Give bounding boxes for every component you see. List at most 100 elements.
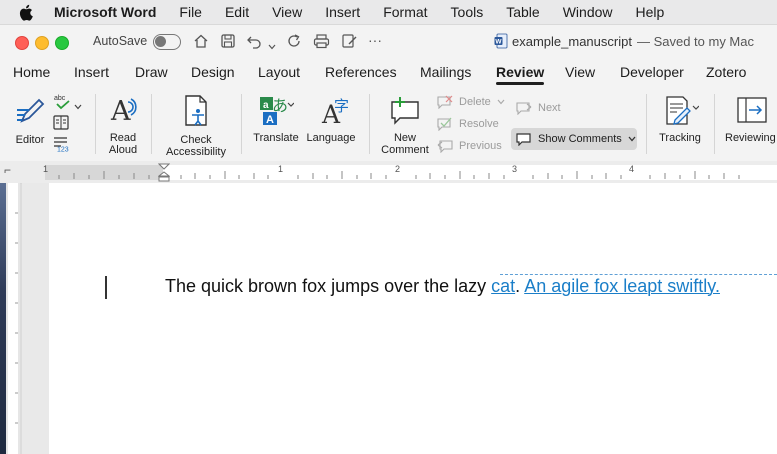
redo-icon[interactable] [286, 33, 302, 54]
print-icon[interactable] [313, 33, 330, 54]
apple-menu-icon[interactable] [18, 4, 36, 21]
save-status: — Saved to my Mac [636, 33, 754, 49]
close-window-button[interactable] [15, 36, 29, 50]
editor-label: Editor [15, 134, 45, 146]
tracked-insertion[interactable]: cat [491, 276, 515, 296]
new-comment-label-line2: Comment [381, 144, 429, 156]
translate-label: Translate [253, 132, 299, 144]
ruler-number: 3 [512, 164, 518, 174]
tab-view[interactable]: View [565, 64, 595, 80]
editor-pen-icon [17, 98, 45, 123]
ruler-number: 1 [278, 164, 284, 174]
tab-insert[interactable]: Insert [74, 64, 109, 80]
new-comment-button[interactable]: New Comment [377, 94, 433, 156]
ruler-ticks [58, 171, 740, 179]
more-options-icon[interactable]: ··· [368, 32, 382, 48]
svg-text:123: 123 [57, 147, 69, 153]
resolve-comment-button[interactable]: Resolve [437, 117, 499, 131]
language-icon: A 字 [321, 97, 349, 129]
menu-table[interactable]: Table [506, 4, 539, 20]
check-accessibility-button[interactable]: Check Accessibility [161, 94, 231, 158]
new-comment-icon [391, 97, 419, 125]
tab-home[interactable]: Home [13, 64, 50, 80]
svg-text:W: W [495, 39, 502, 46]
undo-icon[interactable] [246, 33, 264, 54]
save-icon[interactable] [220, 33, 236, 54]
tab-stop-selector-icon[interactable]: ⌐ [4, 163, 11, 177]
check-accessibility-label-line2: Accessibility [166, 146, 226, 158]
tab-review[interactable]: Review [496, 64, 545, 85]
translate-icon: a あ A [260, 96, 295, 126]
menu-edit[interactable]: Edit [225, 4, 249, 20]
delete-comment-button[interactable]: Delete [437, 95, 505, 109]
spelling-dropdown-chevron-icon[interactable] [74, 97, 82, 115]
language-button[interactable]: A 字 Language [304, 94, 358, 144]
minimize-window-button[interactable] [35, 36, 49, 50]
thesaurus-icon[interactable] [53, 115, 69, 135]
previous-comment-button[interactable]: Previous [437, 139, 502, 153]
menu-insert[interactable]: Insert [325, 4, 360, 20]
delete-dropdown-chevron-icon[interactable] [497, 99, 505, 105]
tracking-label: Tracking [659, 132, 701, 144]
document-name: example_manuscript [512, 33, 632, 49]
reviewing-label: Reviewing [725, 132, 776, 144]
menu-tools[interactable]: Tools [451, 4, 484, 20]
tab-references[interactable]: References [325, 64, 397, 80]
tab-developer[interactable]: Developer [620, 64, 684, 80]
delete-comment-icon [437, 95, 453, 109]
ruler-number: 2 [395, 164, 401, 174]
previous-comment-icon [437, 140, 453, 153]
paragraph-text: The quick brown fox jumps over the lazy [165, 276, 492, 296]
svg-text:a: a [263, 100, 269, 111]
next-comment-button[interactable]: Next [516, 101, 561, 115]
ribbon-divider [369, 94, 370, 154]
read-aloud-button[interactable]: A Read Aloud [101, 94, 145, 156]
tab-layout[interactable]: Layout [258, 64, 300, 80]
menu-file[interactable]: File [179, 4, 202, 20]
reviewing-icon [737, 97, 767, 123]
ruler-number: 1 [43, 164, 49, 174]
previous-comment-label: Previous [459, 140, 502, 152]
ribbon-divider [241, 94, 242, 154]
show-comments-label: Show Comments [538, 133, 622, 145]
horizontal-ruler[interactable]: ⌐ 1 1 2 3 4 [0, 161, 777, 184]
paragraph-text: . [515, 276, 525, 296]
menu-help[interactable]: Help [636, 4, 665, 20]
app-name-menu[interactable]: Microsoft Word [54, 4, 156, 20]
svg-text:abc: abc [54, 95, 66, 102]
reviewing-button[interactable]: Reviewing [725, 94, 777, 144]
spelling-grammar-button[interactable]: abc [53, 94, 73, 113]
editor-button[interactable]: Editor [8, 94, 52, 146]
menu-view[interactable]: View [272, 4, 302, 20]
tracking-button[interactable]: Tracking [655, 94, 705, 144]
show-comments-button[interactable]: Show Comments [511, 128, 637, 150]
track-changes-quick-icon[interactable] [341, 33, 358, 54]
next-comment-icon [516, 102, 532, 115]
show-comments-icon [516, 133, 531, 146]
check-accessibility-label-line1: Check [180, 134, 212, 146]
autosave-toggle[interactable] [153, 34, 181, 50]
delete-comment-label: Delete [459, 96, 491, 108]
spelling-check-icon: abc [54, 95, 70, 110]
tab-draw[interactable]: Draw [135, 64, 168, 80]
tab-mailings[interactable]: Mailings [420, 64, 471, 80]
indent-markers-icon[interactable] [158, 163, 170, 182]
translate-button[interactable]: a あ A Translate [250, 94, 302, 144]
menu-window[interactable]: Window [563, 4, 613, 20]
zoom-window-button[interactable] [55, 36, 69, 50]
vertical-ruler[interactable] [6, 183, 20, 454]
menu-format[interactable]: Format [383, 4, 427, 20]
next-comment-label: Next [538, 102, 561, 114]
show-comments-chevron-icon[interactable] [628, 136, 636, 142]
svg-text:字: 字 [334, 97, 349, 115]
tab-zotero[interactable]: Zotero [706, 64, 746, 80]
ribbon-divider [95, 94, 96, 154]
word-count-icon[interactable]: 123 [53, 136, 71, 157]
page-gutter [22, 183, 49, 454]
home-icon[interactable] [193, 33, 209, 54]
undo-dropdown-chevron-icon[interactable] [268, 37, 276, 55]
tab-design[interactable]: Design [191, 64, 235, 80]
tracked-insertion[interactable]: An agile fox leapt swiftly. [524, 276, 720, 296]
document-page[interactable] [49, 183, 777, 454]
document-paragraph[interactable]: The quick brown fox jumps over the lazy … [165, 276, 720, 297]
